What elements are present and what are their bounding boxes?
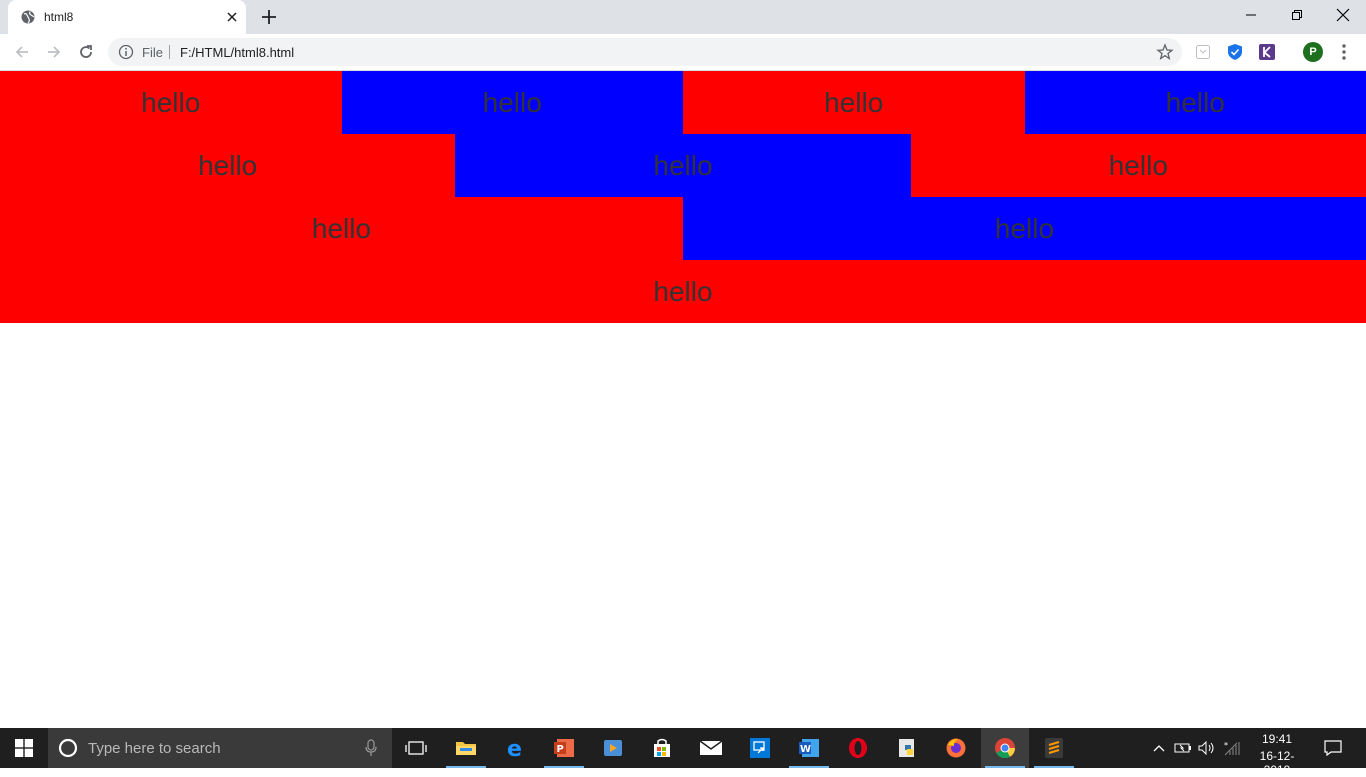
edge-icon: e	[505, 737, 527, 759]
back-arrow-icon	[14, 44, 30, 60]
browser-menu-icon[interactable]	[1336, 42, 1352, 62]
powerpoint-icon: P	[553, 737, 575, 759]
taskbar-video[interactable]	[589, 728, 637, 768]
hello-cell: hello	[0, 134, 455, 197]
forward-button[interactable]	[43, 41, 65, 63]
taskbar-powerpoint[interactable]: P	[540, 728, 588, 768]
hello-cell: hello	[342, 71, 684, 134]
profile-avatar[interactable]: P	[1303, 42, 1323, 62]
restore-icon	[1291, 9, 1303, 21]
windows-taskbar: Type here to search e P W	[0, 728, 1366, 768]
grid-row: hellohellohello	[0, 134, 1366, 197]
svg-text:e: e	[507, 737, 522, 759]
hello-cell: hello	[0, 260, 1366, 323]
back-button[interactable]	[11, 41, 33, 63]
start-button[interactable]	[0, 728, 48, 768]
taskbar-mail[interactable]	[687, 728, 735, 768]
grid-row: hello	[0, 260, 1366, 323]
action-center-button[interactable]	[1318, 728, 1348, 768]
taskbar-remote-desktop[interactable]	[736, 728, 784, 768]
extension-pocket-icon[interactable]	[1194, 43, 1212, 61]
show-hidden-icons-button[interactable]	[1150, 728, 1168, 768]
microphone-icon[interactable]	[364, 739, 378, 757]
extension-shield-icon[interactable]	[1226, 43, 1244, 61]
windows-logo-icon	[15, 739, 33, 757]
minimize-button[interactable]	[1228, 0, 1274, 30]
svg-text:P: P	[557, 744, 564, 755]
extension-k-icon[interactable]	[1258, 43, 1276, 61]
info-icon[interactable]	[118, 44, 134, 60]
task-view-icon	[405, 739, 427, 757]
close-window-button[interactable]	[1320, 0, 1366, 30]
battery-button[interactable]	[1172, 728, 1194, 768]
scheme-label: File	[142, 45, 163, 60]
taskbar-opera[interactable]	[834, 728, 882, 768]
taskbar-firefox[interactable]	[932, 728, 980, 768]
new-tab-button[interactable]	[259, 7, 279, 27]
grid-row: hellohellohellohello	[0, 71, 1366, 134]
store-icon	[651, 737, 673, 759]
tab-strip: html8	[0, 0, 1366, 34]
firefox-icon	[945, 737, 967, 759]
wifi-icon: *	[1222, 740, 1240, 756]
svg-text:W: W	[800, 744, 811, 755]
word-icon: W	[798, 737, 820, 759]
tab-title: html8	[44, 10, 73, 24]
address-bar[interactable]: File F:/HTML/html8.html	[108, 38, 1182, 66]
hello-cell: hello	[0, 197, 683, 260]
video-player-icon	[602, 737, 624, 759]
hello-cell: hello	[683, 71, 1025, 134]
taskbar-sublime-text[interactable]	[1030, 728, 1078, 768]
sublime-text-icon	[1043, 737, 1065, 759]
python-icon	[896, 737, 918, 759]
volume-button[interactable]	[1196, 728, 1218, 768]
minimize-icon	[1245, 9, 1257, 21]
search-placeholder: Type here to search	[88, 740, 221, 757]
clock-date[interactable]: 16-12-2019	[1248, 749, 1306, 777]
reload-icon	[78, 44, 94, 60]
browser-tab[interactable]: html8	[8, 0, 246, 34]
taskbar-file-explorer[interactable]	[442, 728, 490, 768]
reload-button[interactable]	[75, 41, 97, 63]
taskbar-chrome[interactable]	[981, 728, 1029, 768]
clock-time[interactable]: 19:41	[1248, 732, 1306, 746]
page-content: hellohellohellohellohellohellohellohello…	[0, 71, 1366, 728]
notification-icon	[1324, 740, 1342, 756]
mail-icon	[699, 739, 723, 757]
taskbar-search-box[interactable]: Type here to search	[48, 728, 392, 768]
taskbar-store[interactable]	[638, 728, 686, 768]
omnibox-divider	[169, 45, 170, 59]
grid-row: hellohello	[0, 197, 1366, 260]
taskbar-python[interactable]	[883, 728, 931, 768]
hello-cell: hello	[455, 134, 910, 197]
taskbar-edge[interactable]: e	[492, 728, 540, 768]
hello-cell: hello	[0, 71, 342, 134]
cortana-icon	[58, 738, 78, 758]
hello-cell: hello	[911, 134, 1366, 197]
network-button[interactable]: *	[1220, 728, 1242, 768]
globe-icon	[21, 10, 35, 24]
close-tab-icon[interactable]	[224, 9, 240, 25]
restore-button[interactable]	[1274, 0, 1320, 30]
chrome-icon	[994, 737, 1016, 759]
svg-text:*: *	[1224, 741, 1228, 750]
bookmark-star-icon[interactable]	[1156, 43, 1174, 61]
task-view-button[interactable]	[392, 728, 440, 768]
opera-icon	[847, 737, 869, 759]
battery-icon	[1174, 742, 1192, 754]
close-icon	[1336, 8, 1350, 22]
remote-desktop-icon	[749, 737, 771, 759]
taskbar-word[interactable]: W	[785, 728, 833, 768]
hello-cell: hello	[1025, 71, 1366, 134]
url-text[interactable]: F:/HTML/html8.html	[180, 45, 294, 60]
chevron-up-icon	[1153, 744, 1165, 752]
browser-toolbar: File F:/HTML/html8.html P	[0, 34, 1366, 71]
forward-arrow-icon	[46, 44, 62, 60]
speaker-icon	[1198, 741, 1216, 755]
folder-icon	[455, 739, 477, 757]
hello-cell: hello	[683, 197, 1366, 260]
